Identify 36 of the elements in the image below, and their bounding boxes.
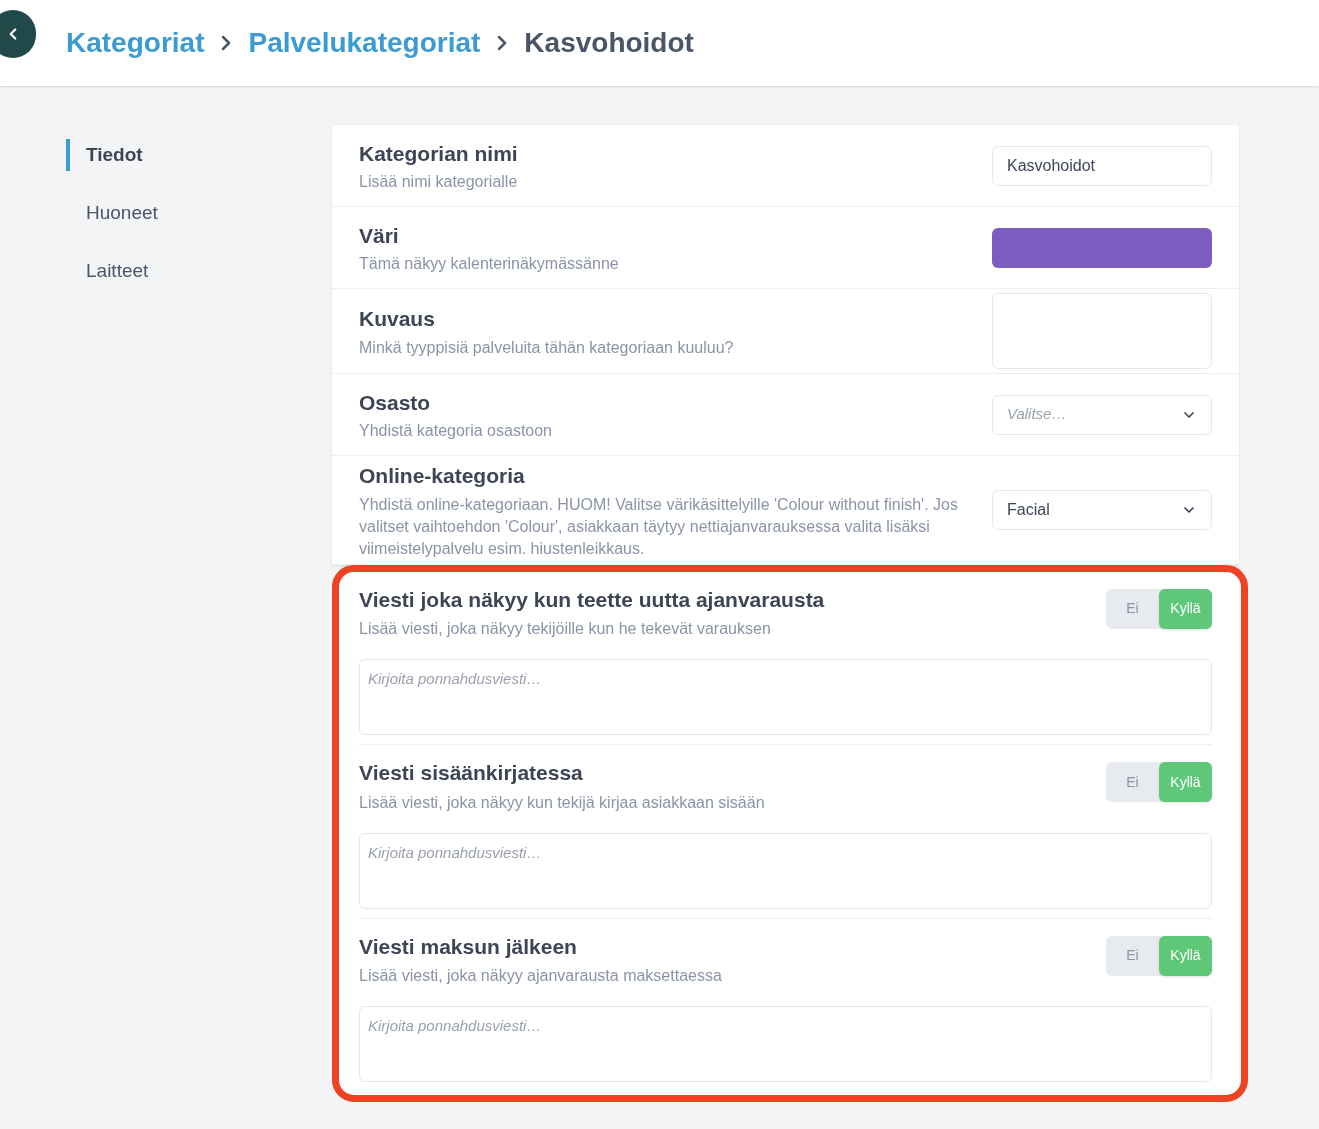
select-field[interactable]: Valitse… [992, 394, 1212, 435]
toggle-option[interactable]: Kyllä [1159, 935, 1212, 976]
message-input-field[interactable]: Kirjoita ponnahdusviesti… [359, 659, 1212, 735]
message-description: Lisää viesti, joka näkyy ajanvarausta maksettaessa [359, 966, 722, 986]
color-swatch[interactable] [992, 227, 1212, 268]
sidebar-item[interactable]: Huoneet [66, 197, 332, 229]
field-description: Yhdistä online-kategoriaan. HUOM! Valitse värikäsittelyille 'Colour without finish'. Jos valitset vaihtoehdon 'Colour', asiakkaan täytyy nettiajanvarauksessa valita lisäksi viimeistelypalvelu esim. hiustenleikkaus. [359, 494, 959, 559]
back-button[interactable] [0, 10, 36, 58]
sidebar-item[interactable]: Laitteet [66, 255, 332, 287]
message-title: Viesti joka näkyy kun teette uutta ajanvarausta [359, 586, 825, 613]
field-title: Osasto [359, 389, 432, 416]
breadcrumb-link[interactable]: Kategoriat [66, 22, 205, 64]
toggle-option[interactable]: Kyllä [1159, 588, 1212, 629]
breadcrumb-current: Kasvohoidot [524, 26, 694, 60]
field-title: Kategorian nimi [359, 140, 518, 167]
field-description: Minkä tyyppisiä palveluita tähän kategoriaan kuuluu? [359, 337, 734, 358]
toggle-option[interactable]: Ei [1106, 762, 1159, 802]
name-input-field[interactable]: Kasvohoidot [992, 145, 1212, 186]
message-input-field[interactable]: Kirjoita ponnahdusviesti… [359, 832, 1212, 909]
toggle-option[interactable]: Ei [1106, 588, 1159, 629]
toggle-option[interactable]: Kyllä [1159, 762, 1212, 802]
message-input-field[interactable]: Kirjoita ponnahdusviesti… [359, 1006, 1212, 1082]
field-description: Lisää nimi kategorialle [359, 172, 518, 193]
field-description: Yhdistä kategoria osastoon [359, 421, 552, 442]
message-description: Lisää viesti, joka näkyy kun tekijä kirjaa asiakkaan sisään [359, 792, 765, 813]
field-title: Online-kategoria [359, 463, 526, 489]
message-title: Viesti sisäänkirjatessa [359, 760, 584, 786]
description-field[interactable] [992, 293, 1212, 369]
message-description: Lisää viesti, joka näkyy tekijöille kun he tekevät varauksen [359, 619, 772, 639]
field-title: Väri [359, 222, 400, 249]
message-title: Viesti maksun jälkeen [359, 933, 578, 960]
field-title: Kuvaus [359, 306, 436, 333]
select-field[interactable]: Facial [992, 489, 1212, 530]
field-description: Tämä näkyy kalenterinäkymässänne [359, 254, 619, 275]
breadcrumb-link[interactable]: Palvelukategoriat [248, 22, 481, 64]
toggle-option[interactable]: Ei [1106, 935, 1159, 976]
